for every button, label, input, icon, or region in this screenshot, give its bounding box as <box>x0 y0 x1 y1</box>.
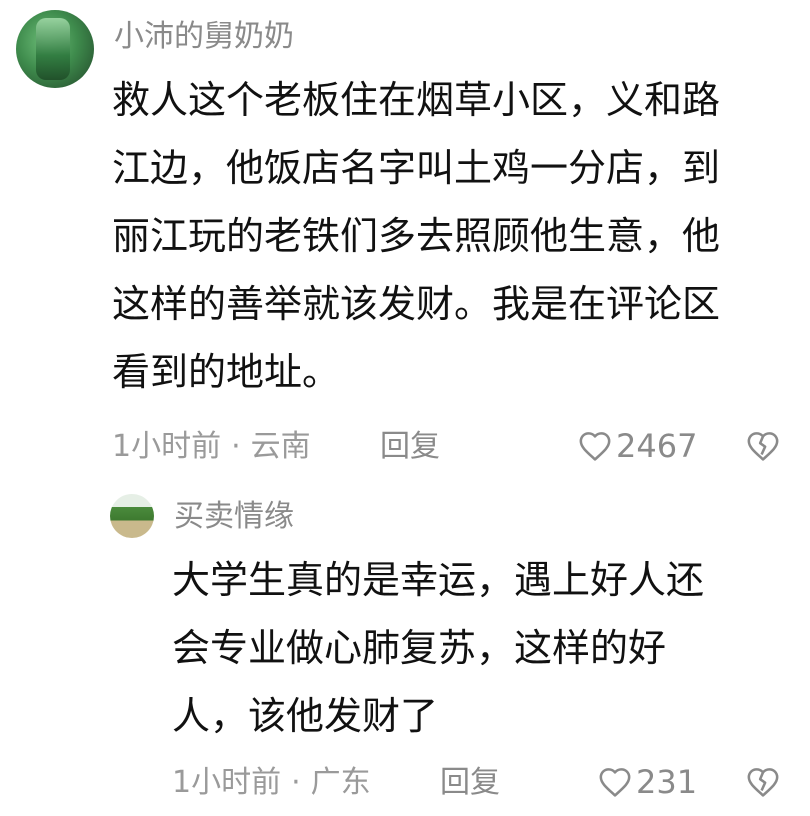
meta-separator: · <box>291 765 301 800</box>
like-count: 2467 <box>616 427 698 465</box>
broken-heart-icon <box>747 432 779 461</box>
comment-meta: 1小时前 · 云南 <box>112 432 311 462</box>
reply-button[interactable]: 回复 <box>440 768 500 798</box>
dislike-button[interactable] <box>746 766 780 802</box>
like-button[interactable]: 231 <box>598 766 697 798</box>
reply-location: 广东 <box>310 765 371 800</box>
like-button[interactable]: 2467 <box>578 430 697 462</box>
comment-username[interactable]: 小沛的舅奶奶 <box>114 22 294 52</box>
comment-time: 1小时前 <box>112 429 222 464</box>
comment-text-line: 看到的地址。 <box>112 350 341 394</box>
heart-outline-icon <box>599 768 631 797</box>
reply-text: 大学生真的是幸运，遇上好人还 会专业做心肺复苏，这样的好 人，该他发财了 <box>172 546 704 750</box>
comment-text-line: 这样的善举就该发财。我是在评论区 <box>112 282 721 326</box>
meta-separator: · <box>231 429 241 464</box>
reply-meta: 1小时前 · 广东 <box>172 768 371 798</box>
reply-button[interactable]: 回复 <box>380 432 440 462</box>
like-count: 231 <box>636 763 698 801</box>
reply-text-line: 人，该他发财了 <box>172 694 439 738</box>
comment-text-line: 救人这个老板住在烟草小区，义和路 <box>112 78 721 122</box>
reply-username[interactable]: 买卖情缘 <box>174 502 294 532</box>
reply-time: 1小时前 <box>172 765 282 800</box>
avatar[interactable] <box>16 10 94 88</box>
avatar[interactable] <box>110 494 154 538</box>
comment-text-line: 丽江玩的老铁们多去照顾他生意，他 <box>112 214 721 258</box>
reply-text-line: 大学生真的是幸运，遇上好人还 <box>172 558 705 602</box>
reply-text-line: 会专业做心肺复苏，这样的好 <box>172 626 667 670</box>
comment-text: 救人这个老板住在烟草小区，义和路 江边，他饭店名字叫土鸡一分店，到 丽江玩的老铁… <box>112 66 720 406</box>
heart-outline-icon <box>579 432 611 461</box>
broken-heart-icon <box>747 768 779 797</box>
comment-location: 云南 <box>250 429 311 464</box>
comment-text-line: 江边，他饭店名字叫土鸡一分店，到 <box>112 146 721 190</box>
dislike-button[interactable] <box>746 430 780 466</box>
